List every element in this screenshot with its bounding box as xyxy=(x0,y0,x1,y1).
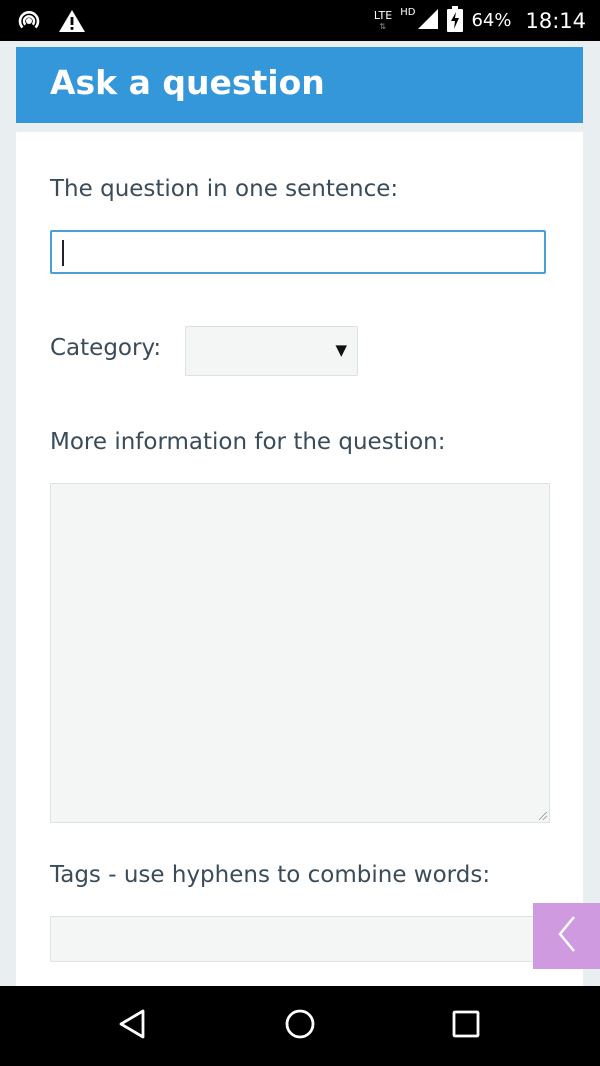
clock: 18:14 xyxy=(525,8,586,33)
dropdown-arrow-icon: ▼ xyxy=(335,341,347,359)
signal-icon xyxy=(417,8,439,34)
network-activity-arrows: ⇅ xyxy=(379,21,387,31)
network-type: LTE xyxy=(373,8,393,22)
category-select[interactable]: ▼ xyxy=(185,326,358,376)
category-label: Category: xyxy=(50,335,162,361)
chevron-left-icon xyxy=(555,914,579,958)
network-indicator: LTE ⇅ xyxy=(374,10,392,32)
resize-grip-icon[interactable] xyxy=(539,812,547,820)
recents-square-icon xyxy=(451,1009,481,1043)
hd-label: HD xyxy=(400,7,416,18)
home-button[interactable] xyxy=(282,1008,318,1044)
page-title: Ask a question xyxy=(50,63,325,102)
ask-question-form: The question in one sentence: Category: … xyxy=(16,132,583,992)
battery-percent: 64% xyxy=(471,10,512,31)
tags-label: Tags - use hyphens to combine words: xyxy=(50,862,491,888)
tags-input[interactable] xyxy=(50,916,550,962)
recents-button[interactable] xyxy=(448,1008,484,1044)
back-button[interactable] xyxy=(115,1008,151,1044)
warning-icon xyxy=(58,8,86,38)
navigation-bar xyxy=(0,986,600,1066)
battery-charging-icon xyxy=(447,5,464,36)
question-input[interactable] xyxy=(50,230,546,274)
more-info-label: More information for the question: xyxy=(50,429,446,455)
question-label: The question in one sentence: xyxy=(50,176,399,202)
side-drawer-tab[interactable] xyxy=(533,903,600,969)
back-triangle-icon xyxy=(117,1008,149,1044)
text-cursor xyxy=(62,240,64,266)
hotspot-icon xyxy=(16,8,42,38)
home-circle-icon xyxy=(284,1008,316,1044)
more-info-textarea[interactable] xyxy=(50,483,550,823)
page-header: Ask a question xyxy=(16,47,583,123)
status-bar: LTE ⇅ HD 64% 18:14 xyxy=(0,0,600,41)
